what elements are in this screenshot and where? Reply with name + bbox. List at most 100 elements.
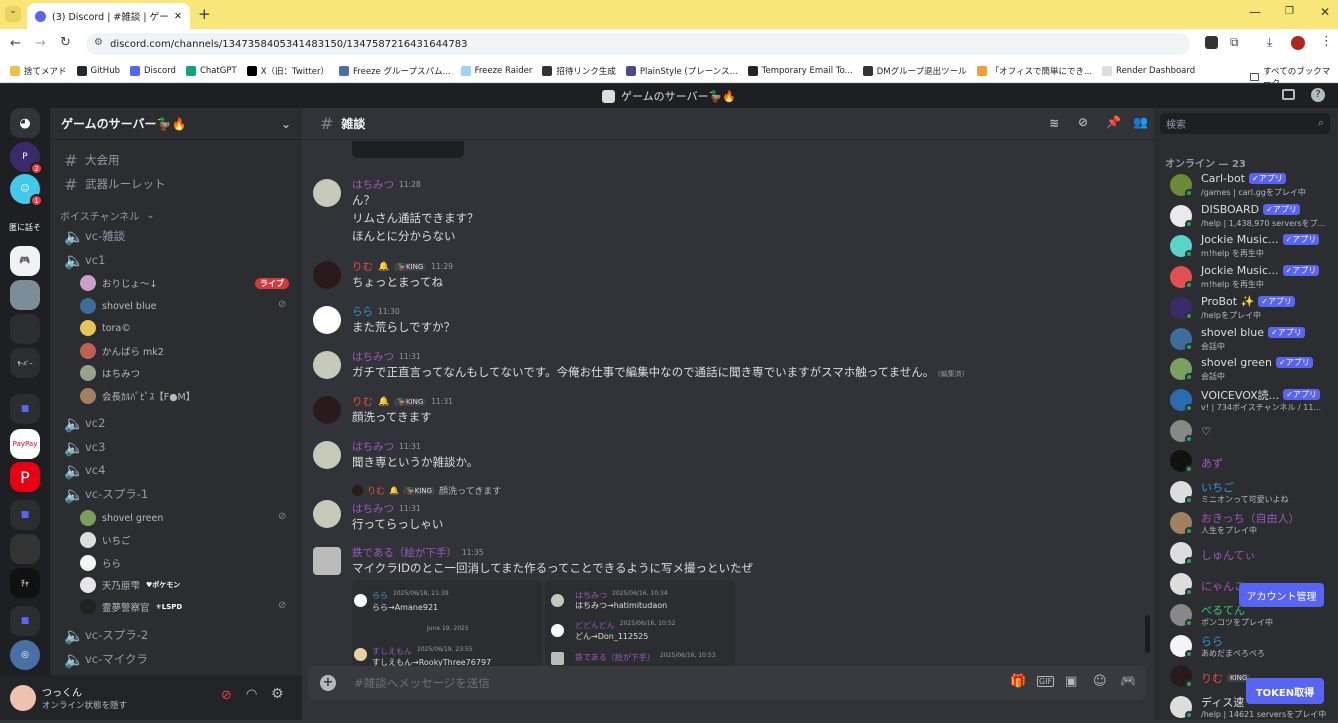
new-tab-button[interactable]: +: [198, 5, 211, 23]
member-item[interactable]: shovel green ✓アプリ 会話中: [1168, 355, 1334, 385]
voice-channel[interactable]: 🔈 vc1: [58, 249, 294, 271]
close-tab-icon[interactable]: ✕: [174, 11, 182, 22]
add-attachment-icon[interactable]: +: [320, 675, 336, 691]
bookmark-item[interactable]: DMグループ退出ツール: [862, 65, 967, 77]
server-p[interactable]: P2: [10, 142, 43, 175]
member-item[interactable]: らら あめだまぺろぺろ: [1168, 632, 1334, 662]
author-name[interactable]: らら: [352, 304, 373, 319]
member-item[interactable]: しゅんてぃ: [1168, 539, 1334, 569]
bookmark-item[interactable]: PlainStyle (プレーンス...: [625, 65, 738, 77]
avatar[interactable]: [313, 306, 341, 334]
avatar[interactable]: [313, 179, 341, 207]
bookmark-item[interactable]: Freeze Raider: [460, 65, 532, 76]
bookmark-item[interactable]: 「オフィスで簡単にでき...: [976, 65, 1092, 77]
bookmark-item[interactable]: Render Dashboard: [1102, 65, 1195, 76]
member-item[interactable]: あず: [1168, 447, 1334, 477]
folder-icon[interactable]: ■: [10, 394, 40, 424]
bookmark-item[interactable]: Discord: [129, 65, 176, 76]
bookmark-item[interactable]: ChatGPT: [185, 65, 237, 76]
maximize-icon[interactable]: ❐: [1285, 6, 1294, 17]
member-item[interactable]: Carl-bot ✓アプリ/games | carl.ggをプレイ中: [1168, 171, 1334, 201]
address-bar[interactable]: ⚙ discord.com/channels/13473584053414831…: [86, 33, 1190, 55]
server-small-text[interactable]: ｻｰﾊﾞｰ: [10, 348, 40, 378]
pin-icon[interactable]: 📌: [1106, 115, 1121, 129]
server-black[interactable]: ﾁｬ: [10, 568, 40, 598]
browser-tab-discord[interactable]: (3) Discord | #雑談 | ゲームのサーバ... ✕: [27, 3, 190, 29]
server-landscape[interactable]: [10, 280, 40, 310]
back-icon[interactable]: ←: [10, 36, 21, 51]
voice-user[interactable]: shovel green: [80, 508, 163, 528]
sticker-icon[interactable]: ▣: [1065, 674, 1077, 689]
close-window-icon[interactable]: ✕: [1320, 5, 1330, 19]
image-attachment-fragment[interactable]: [352, 141, 464, 158]
voice-channel[interactable]: 🔈 vc-スプラ-1: [58, 483, 294, 505]
voice-user[interactable]: おりじょ～↓: [80, 273, 157, 293]
search-input[interactable]: 検索 ⌕: [1160, 113, 1330, 134]
voice-user[interactable]: かんばら mk2: [80, 341, 164, 361]
member-item[interactable]: DISBOARD ✓アプリ/help | 1,438,970 serversをプ.…: [1168, 202, 1334, 232]
bookmark-item[interactable]: GitHub: [76, 65, 120, 76]
voice-channel[interactable]: 🔈 vc4: [58, 459, 294, 481]
account-manage-button[interactable]: アカウント管理: [1239, 583, 1324, 607]
emoji-icon[interactable]: ☺: [1093, 674, 1107, 689]
gif-icon[interactable]: GIF: [1037, 676, 1055, 687]
extension-badge-icon[interactable]: [1205, 36, 1218, 49]
minimize-icon[interactable]: —: [1249, 5, 1261, 19]
server-cube[interactable]: [10, 534, 40, 564]
threads-icon[interactable]: ≋: [1049, 116, 1059, 130]
voice-channel[interactable]: 🔈 vc3: [58, 436, 294, 458]
server-blue-ring[interactable]: ◎: [10, 640, 40, 670]
member-list-icon[interactable]: 👥: [1133, 115, 1148, 129]
bookmark-item[interactable]: 捨てメアド: [10, 65, 67, 77]
voice-channel[interactable]: 🔈 vc-雑談: [58, 225, 294, 247]
voice-user[interactable]: tora©: [80, 318, 131, 338]
notifications-muted-icon[interactable]: ⊘: [1078, 115, 1088, 129]
folder-icon[interactable]: ■: [10, 500, 40, 530]
settings-gear-icon[interactable]: ⚙: [271, 686, 284, 702]
voice-category[interactable]: ボイスチャンネル ⌄: [58, 204, 294, 226]
member-item[interactable]: ProBot ✨ ✓アプリ/helpをプレイ中: [1168, 294, 1334, 324]
forward-icon[interactable]: →: [35, 36, 46, 51]
site-info-icon[interactable]: ⚙: [94, 37, 103, 48]
bookmark-item[interactable]: 招待リンク生成: [542, 65, 616, 77]
avatar[interactable]: [313, 500, 341, 528]
message-input[interactable]: + #雑談へメッセージを送信 🎁 GIF ▣ ☺ 🎮: [308, 666, 1146, 700]
author-name[interactable]: はちみつ: [352, 439, 394, 454]
chat-scrollbar[interactable]: [1145, 615, 1150, 653]
reply-preview[interactable]: りむ 🔔 🦆KING 顔洗ってきます: [352, 484, 501, 497]
paypay-p-server[interactable]: P: [10, 462, 40, 492]
headphones-icon[interactable]: ◠: [246, 687, 257, 702]
server-text[interactable]: 匿に話そ: [8, 212, 42, 242]
channel-roulette[interactable]: # 武器ルーレット: [58, 173, 294, 195]
member-item[interactable]: おきっち（自由人） 人生をプレイ中: [1168, 509, 1334, 539]
channel-taikai[interactable]: # 大会用: [58, 149, 294, 171]
member-item[interactable]: VOICEVOX読... ✓アプリ v! | 734ボイスチャンネル / 11...: [1168, 386, 1334, 416]
avatar[interactable]: [313, 396, 341, 424]
member-item[interactable]: いちご ミニオンって可愛いよね: [1168, 478, 1334, 508]
member-item[interactable]: Jockie Music... ✓アプリ m!help を再生中: [1168, 232, 1334, 262]
avatar[interactable]: [313, 441, 341, 469]
bookmark-item[interactable]: Temporary Email To...: [747, 65, 853, 76]
server-game[interactable]: 🎮: [10, 246, 40, 276]
member-item[interactable]: Jockie Music... ✓アプリ m!help を再生中: [1168, 263, 1334, 293]
voice-user[interactable]: いちご: [80, 530, 131, 550]
tab-list-button[interactable]: ⌄: [5, 6, 21, 22]
token-button[interactable]: TOKEN取得: [1246, 678, 1324, 704]
avatar[interactable]: [313, 261, 341, 289]
voice-channel[interactable]: 🔈 vc2: [58, 412, 294, 434]
server-dark[interactable]: [10, 314, 40, 344]
download-icon[interactable]: ⤓: [1267, 35, 1272, 50]
voice-user[interactable]: 天乃原雫 ♥ポケモン: [80, 575, 180, 595]
voice-channel[interactable]: 🔈 vc-スプラ-2: [58, 624, 294, 646]
avatar[interactable]: [313, 351, 341, 379]
author-name[interactable]: はちみつ: [352, 501, 394, 516]
folder-icon[interactable]: ■: [10, 606, 40, 636]
activities-icon[interactable]: 🎮: [1120, 674, 1136, 689]
reload-icon[interactable]: ↻: [60, 35, 71, 50]
avatar[interactable]: [313, 547, 341, 575]
discord-home-icon[interactable]: ◕: [10, 108, 40, 138]
server-blue-face[interactable]: ☺ 1: [10, 174, 43, 207]
help-icon[interactable]: ?: [1311, 88, 1325, 102]
author-name[interactable]: はちみつ: [352, 177, 394, 192]
image-attachment-left[interactable]: らら 2025/06/18, 21:39 らら→Amane921 June 19,…: [352, 580, 542, 666]
